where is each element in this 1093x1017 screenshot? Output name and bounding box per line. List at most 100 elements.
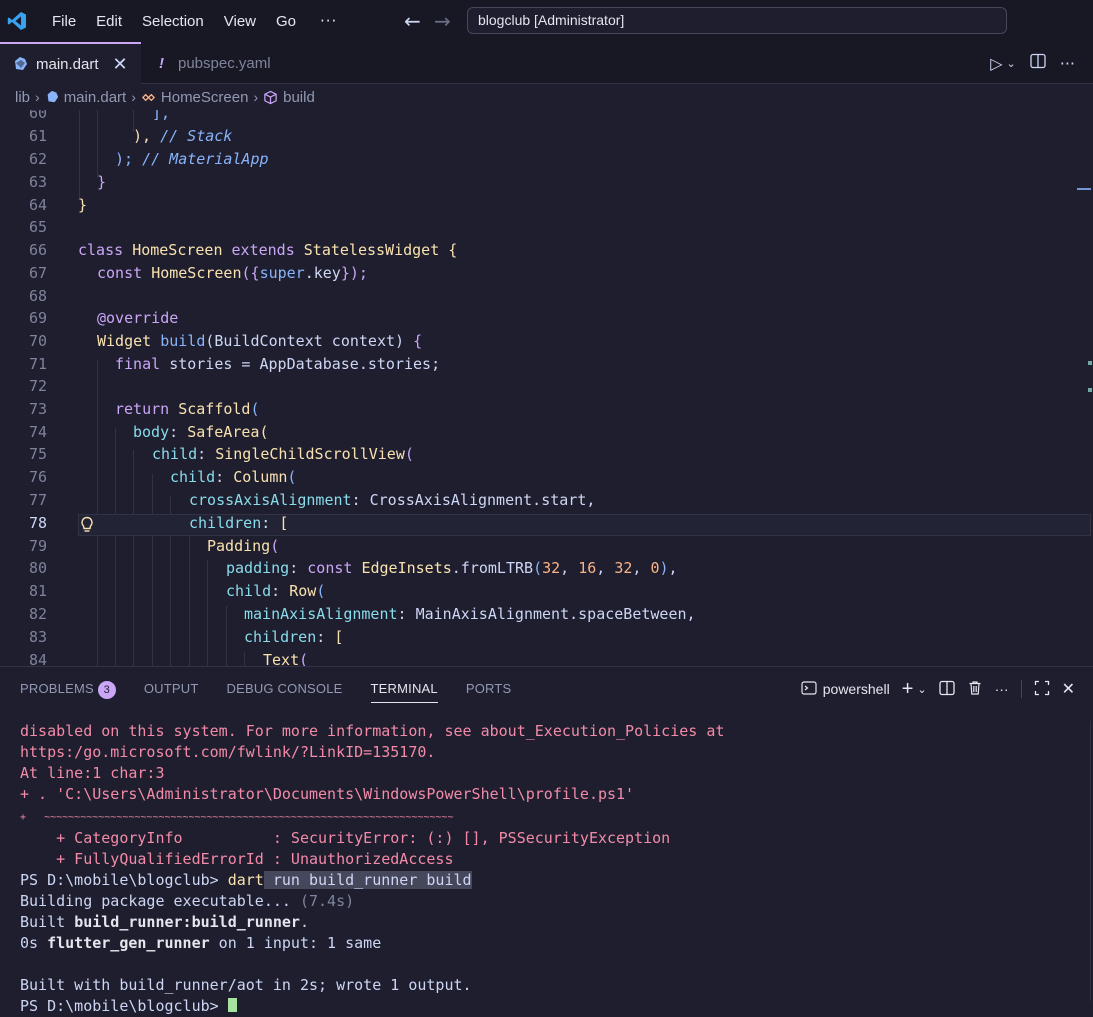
tab-ports[interactable]: PORTS [466, 667, 512, 711]
line-number: 77 [28, 491, 47, 509]
tab-output[interactable]: OUTPUT [144, 667, 199, 711]
code-token: const [97, 264, 143, 282]
code-token: stories = AppDatabase.stories; [169, 355, 441, 373]
code-token: @override [97, 309, 179, 327]
tab-problems[interactable]: PROBLEMS 3 [20, 667, 116, 711]
line-number: 76 [28, 468, 47, 486]
terminal-scrollbar[interactable] [1090, 721, 1091, 1001]
run-icon[interactable]: ▷ [990, 54, 1002, 73]
breadcrumb-build[interactable]: build [283, 89, 315, 106]
title-bar: File Edit Selection View Go ··· ← → blog… [0, 0, 1093, 42]
menu-more-icon[interactable]: ··· [306, 12, 353, 30]
code-token: .fromLTRB [451, 559, 534, 577]
code-token: Text [263, 651, 300, 666]
tab-main-dart[interactable]: main.dart ✕ [0, 42, 141, 84]
terminal-line: At line:1 char:3 [20, 764, 165, 782]
code-token: child [152, 445, 198, 463]
chevron-down-icon[interactable]: ⌄ [1007, 57, 1016, 70]
code-token: final [115, 355, 161, 373]
code-token: { [448, 241, 458, 259]
new-terminal-plus-icon[interactable]: + [902, 678, 914, 701]
line-number: 67 [28, 264, 47, 282]
class-icon [141, 93, 155, 101]
panel-actions: powershell + ⌄ ··· ✕ [801, 667, 1075, 711]
breadcrumb-homescreen[interactable]: HomeScreen [161, 89, 249, 106]
code-line: 72 [0, 375, 1093, 398]
code-line: 73 return Scaffold( [0, 398, 1093, 421]
code-token: { [413, 332, 423, 350]
code-line: 84 Text( [0, 649, 1093, 666]
terminal-line: Building package executable... [20, 892, 300, 910]
code-token: body [133, 423, 170, 441]
terminal-line: on 1 input: 1 same [209, 934, 382, 952]
tab-label: pubspec.yaml [178, 54, 271, 72]
maximize-panel-icon[interactable] [1034, 680, 1050, 699]
code-token: HomeScreen [151, 264, 242, 282]
menu-edit[interactable]: Edit [86, 13, 132, 30]
tab-terminal[interactable]: TERMINAL [370, 667, 439, 711]
code-token: ); [115, 150, 134, 168]
terminal-output[interactable]: disabled on this system. For more inform… [20, 721, 724, 1017]
code-token: CrossAxisAlignment.start, [369, 491, 596, 509]
code-token: } [78, 196, 88, 214]
code-token: 16 [578, 559, 597, 577]
menu-go[interactable]: Go [266, 13, 306, 30]
code-token: ], [152, 110, 171, 122]
code-token: ( [250, 400, 260, 418]
problems-count-badge: 3 [97, 680, 116, 699]
code-line: 63} [0, 171, 1093, 194]
code-token: Column [233, 468, 288, 486]
code-editor[interactable]: 60], 61), // Stack 62); // MaterialApp 6… [0, 110, 1093, 666]
code-line: 79 Padding( [0, 535, 1093, 558]
close-panel-icon[interactable]: ✕ [1062, 679, 1075, 699]
shell-label[interactable]: powershell [823, 681, 890, 697]
back-arrow-icon[interactable]: ← [397, 9, 427, 33]
split-editor-icon[interactable] [1030, 53, 1046, 73]
code-line: 60], [0, 110, 1093, 125]
scrollbar-marker [1077, 188, 1091, 190]
code-line: 65 [0, 216, 1093, 239]
code-token: SafeArea [187, 423, 260, 441]
code-token: [ [334, 628, 344, 646]
terminal-cursor [227, 998, 237, 1012]
line-number: 73 [28, 400, 47, 418]
code-token: MainAxisAlignment.spaceBetween, [415, 605, 696, 623]
code-token: StatelessWidget [303, 241, 440, 259]
line-number: 83 [28, 628, 47, 646]
breadcrumb-lib[interactable]: lib [15, 89, 30, 106]
line-number: 61 [28, 127, 47, 145]
code-line: 80 padding: const EdgeInsets.fromLTRB(32,… [0, 557, 1093, 580]
line-number: 70 [28, 332, 47, 350]
tab-pubspec-yaml[interactable]: ! pubspec.yaml [141, 42, 301, 84]
code-line: 76 child: Column( [0, 466, 1093, 489]
command-center-search[interactable]: blogclub [Administrator] [467, 7, 1007, 34]
scrollbar-marker [1088, 388, 1092, 392]
menu-view[interactable]: View [214, 13, 266, 30]
trash-icon[interactable] [967, 680, 983, 699]
code-line: 66 class HomeScreen extends StatelessWidg… [0, 239, 1093, 262]
close-icon[interactable]: ✕ [113, 54, 128, 75]
breadcrumb-main-dart[interactable]: main.dart [64, 89, 127, 106]
code-token: child [226, 582, 272, 600]
breadcrumb: lib › main.dart › HomeScreen › build [0, 84, 1093, 110]
code-token: extends [231, 241, 295, 259]
line-number: 71 [28, 355, 47, 373]
menu-selection[interactable]: Selection [132, 13, 214, 30]
forward-arrow-icon[interactable]: → [427, 9, 457, 33]
code-token: HomeScreen [132, 241, 223, 259]
code-line: 82 mainAxisAlignment: MainAxisAlignment.s… [0, 603, 1093, 626]
code-token: }); [340, 264, 368, 282]
code-token: class [78, 241, 124, 259]
menu-file[interactable]: File [42, 13, 86, 30]
split-terminal-icon[interactable] [938, 680, 955, 699]
code-line: 75 child: SingleChildScrollView( [0, 443, 1093, 466]
terminal-icon [801, 680, 817, 699]
code-line: 83 children: [ [0, 626, 1093, 649]
code-token: build [160, 332, 206, 350]
terminal-line: Built [20, 913, 75, 931]
more-actions-icon[interactable]: ··· [995, 681, 1009, 697]
chevron-down-icon[interactable]: ⌄ [917, 683, 926, 696]
chevron-right-icon: › [35, 89, 40, 105]
more-actions-icon[interactable]: ··· [1060, 54, 1075, 73]
tab-debug-console[interactable]: DEBUG CONSOLE [227, 667, 343, 711]
